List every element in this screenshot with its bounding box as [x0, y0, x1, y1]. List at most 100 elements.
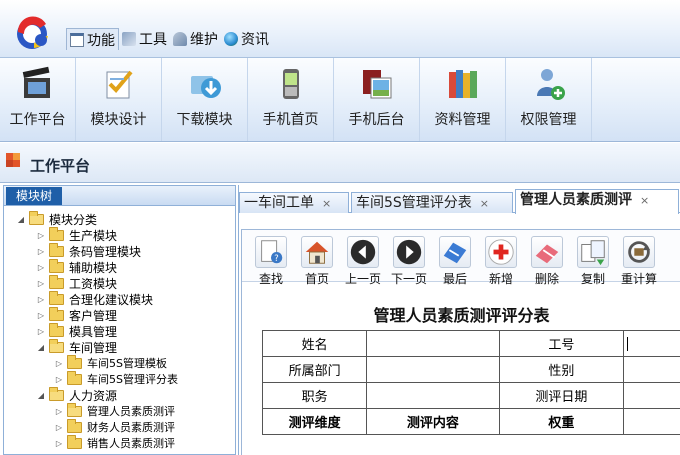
expanded-arrow-icon[interactable]: ◢	[16, 215, 26, 224]
globe-icon	[224, 32, 238, 46]
module-tree-panel: 模块树 ◢ 模块分类 ▷ 生产模块 ▷ 条码管理模块 ▷ 辅助模块 ▷ 工资模块…	[3, 185, 236, 455]
module-tree-header: 模块树	[4, 186, 235, 206]
workspace-title: 工作平台	[30, 157, 91, 175]
search-doc-icon: ?	[255, 236, 287, 268]
content-panel: 一车间工单 × 车间5S管理评分表 × 管理人员素质测评 × ? 查找 首页 上一页	[238, 185, 680, 455]
position-field[interactable]	[366, 382, 500, 409]
folder-icon	[67, 418, 82, 433]
collapsed-arrow-icon[interactable]: ▷	[36, 311, 46, 320]
close-icon[interactable]: ×	[480, 197, 489, 210]
folder-open-icon	[49, 338, 64, 353]
document-area: ? 查找 首页 上一页 下一页 最后 新增 删除 复制 重计算 管理人员素质测评…	[241, 229, 680, 455]
collapsed-arrow-icon[interactable]: ▷	[54, 359, 64, 368]
tree-node-workshop[interactable]: ◢ 车间管理	[36, 338, 117, 355]
folder-open-icon	[29, 210, 44, 225]
folder-icon	[67, 370, 82, 385]
tree-node-workshop-5s-template[interactable]: ▷ 车间5S管理模板	[54, 354, 167, 371]
tree-node-module-category[interactable]: ◢ 模块分类	[16, 210, 97, 227]
clapperboard-icon	[22, 66, 50, 98]
tree-node-sales-assessment[interactable]: ▷ 销售人员素质测评	[54, 434, 175, 451]
close-icon[interactable]: ×	[640, 194, 649, 207]
ribbon-mobile-admin-button[interactable]: 手机后台	[334, 58, 420, 141]
svg-text:?: ?	[274, 253, 278, 263]
menu-tools[interactable]: 工具	[119, 28, 170, 50]
window-icon	[70, 32, 84, 47]
ribbon-module-design-button[interactable]: 模块设计	[76, 58, 162, 141]
home-icon	[301, 236, 333, 268]
table-row: 职务 测评日期	[261, 382, 680, 409]
menu-function[interactable]: 功能	[66, 28, 119, 50]
tree-node-barcode[interactable]: ▷ 条码管理模块	[36, 242, 141, 259]
tree-node-production[interactable]: ▷ 生产模块	[36, 226, 117, 243]
document-tabs: 一车间工单 × 车间5S管理评分表 × 管理人员素质测评 ×	[239, 189, 680, 214]
folder-icon	[67, 434, 82, 449]
tree-node-mold[interactable]: ▷ 模具管理	[36, 322, 117, 339]
recalculate-button[interactable]: 重计算	[616, 236, 662, 286]
collapsed-arrow-icon[interactable]: ▷	[36, 247, 46, 256]
tree-node-finance-assessment[interactable]: ▷ 财务人员素质测评	[54, 418, 175, 435]
maintenance-icon	[173, 32, 187, 46]
books-icon	[448, 70, 477, 98]
tree-node-workshop-5s-score[interactable]: ▷ 车间5S管理评分表	[54, 370, 178, 387]
download-icon	[190, 76, 221, 98]
collapsed-arrow-icon[interactable]: ▷	[36, 295, 46, 304]
ribbon-data-management-button[interactable]: 资料管理	[420, 58, 506, 141]
department-field[interactable]	[366, 356, 500, 383]
collapsed-arrow-icon[interactable]: ▷	[54, 423, 64, 432]
tab-manager-assessment[interactable]: 管理人员素质测评 ×	[515, 189, 679, 214]
tab-workshop-order[interactable]: 一车间工单 ×	[239, 192, 349, 213]
ribbon-workbench-button[interactable]: 工作平台	[0, 58, 76, 141]
table-row: 测评维度 测评内容 权重	[261, 408, 680, 435]
tree-node-salary[interactable]: ▷ 工资模块	[36, 274, 117, 291]
mobile-admin-icon	[362, 70, 391, 99]
folder-icon	[49, 306, 64, 321]
table-row: 姓名 工号	[261, 330, 680, 357]
ribbon-toolbar: 工作平台 模块设计 下载模块 手机首页 手机后台 资料管理 权限管理	[0, 57, 680, 142]
tree-node-manager-assessment[interactable]: ▷ 管理人员素质测评	[54, 402, 175, 419]
top-menu-bar: 功能 工具 维护 资讯	[0, 0, 680, 57]
folder-icon	[49, 242, 64, 257]
ribbon-mobile-home-button[interactable]: 手机首页	[248, 58, 334, 141]
close-icon[interactable]: ×	[322, 197, 331, 210]
last-icon	[439, 236, 471, 268]
app-logo-icon	[17, 16, 48, 49]
tools-icon	[122, 32, 136, 46]
employee-id-field[interactable]	[623, 330, 680, 357]
tree-node-customer[interactable]: ▷ 客户管理	[36, 306, 117, 323]
text-cursor	[627, 336, 629, 351]
name-field[interactable]	[366, 330, 500, 357]
workspace-title-bar: 工作平台	[0, 143, 680, 183]
user-permission-icon	[536, 69, 565, 100]
collapsed-arrow-icon[interactable]: ▷	[54, 375, 64, 384]
menu-maintenance[interactable]: 维护	[170, 28, 221, 50]
folder-open-icon	[49, 386, 64, 401]
ribbon-download-module-button[interactable]: 下载模块	[162, 58, 248, 141]
collapsed-arrow-icon[interactable]: ▷	[54, 439, 64, 448]
gender-field[interactable]	[623, 356, 680, 383]
menu-news[interactable]: 资讯	[221, 28, 272, 50]
table-row: 所属部门 性别	[261, 356, 680, 383]
folder-icon	[67, 354, 82, 369]
expanded-arrow-icon[interactable]: ◢	[36, 343, 46, 352]
folder-icon	[49, 290, 64, 305]
next-icon	[393, 236, 425, 268]
ribbon-permission-button[interactable]: 权限管理	[506, 58, 592, 141]
tree-node-auxiliary[interactable]: ▷ 辅助模块	[36, 258, 117, 275]
collapsed-arrow-icon[interactable]: ▷	[36, 263, 46, 272]
collapsed-arrow-icon[interactable]: ▷	[36, 231, 46, 240]
collapsed-arrow-icon[interactable]: ▷	[36, 327, 46, 336]
collapsed-arrow-icon[interactable]: ▷	[36, 279, 46, 288]
delete-icon	[531, 236, 563, 268]
copy-icon	[577, 236, 609, 268]
previous-icon	[347, 236, 379, 268]
module-tree-tab[interactable]: 模块树	[6, 187, 63, 205]
recalculate-icon	[623, 236, 655, 268]
expanded-arrow-icon[interactable]: ◢	[36, 391, 46, 400]
collapsed-arrow-icon[interactable]: ▷	[54, 407, 64, 416]
tree-node-suggestions[interactable]: ▷ 合理化建议模块	[36, 290, 153, 307]
tree-node-hr[interactable]: ◢ 人力资源	[36, 386, 117, 403]
form-title: 管理人员素质测评评分表	[373, 306, 550, 325]
assessment-date-field[interactable]	[623, 382, 680, 409]
folder-open-icon	[67, 402, 82, 417]
tab-workshop-5s-score[interactable]: 车间5S管理评分表 ×	[351, 192, 513, 213]
